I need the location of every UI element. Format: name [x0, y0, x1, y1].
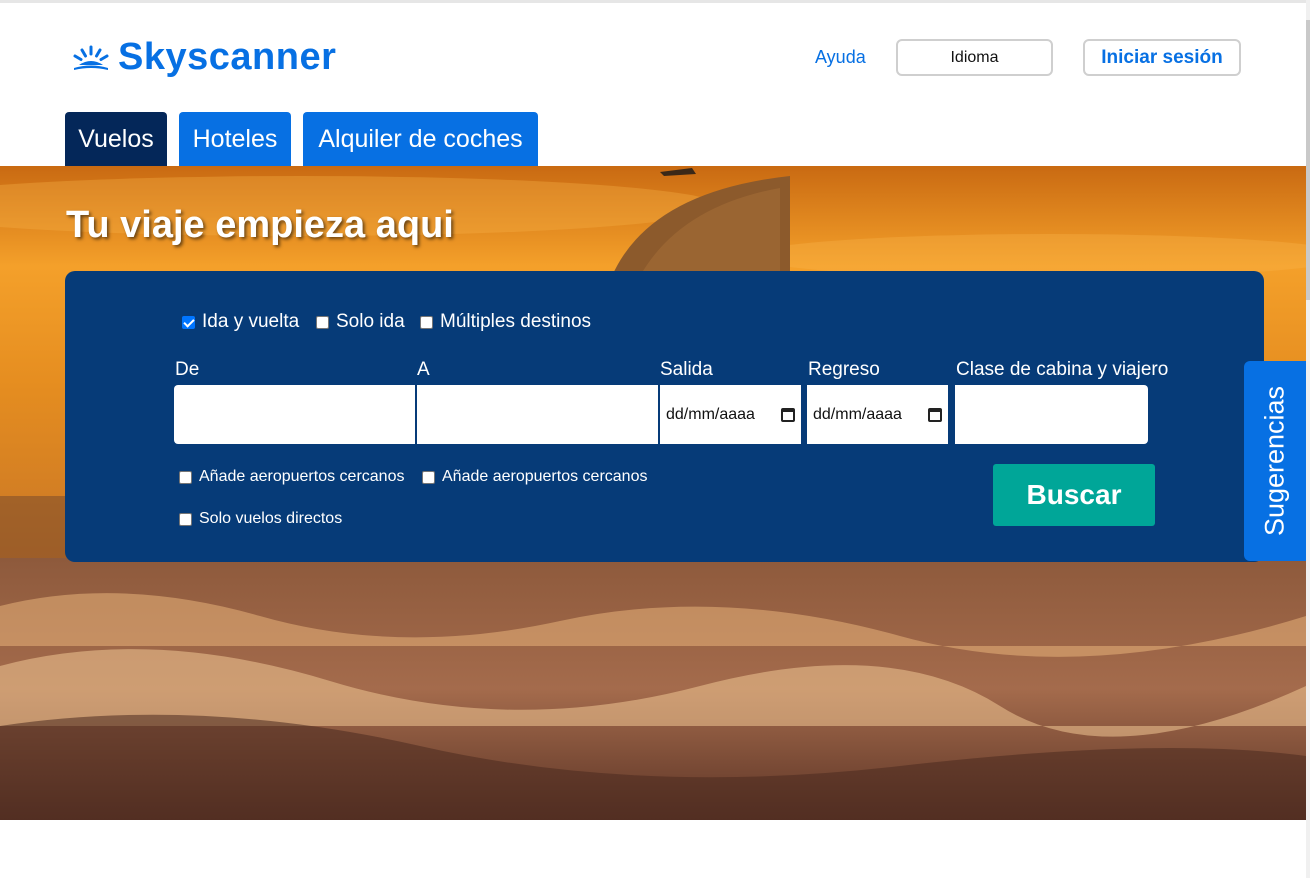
- direct-flights-checkbox[interactable]: [179, 512, 192, 526]
- tab-hotels[interactable]: Hoteles: [179, 112, 291, 166]
- nearby-airports-destination-checkbox[interactable]: [422, 470, 435, 484]
- trip-type-one-way[interactable]: Solo ida: [316, 311, 405, 333]
- language-button[interactable]: Idioma: [896, 39, 1053, 76]
- multi-city-label: Múltiples destinos: [440, 311, 592, 332]
- login-button[interactable]: Iniciar sesión: [1083, 39, 1241, 76]
- hero-headline: Tu viaje empieza aqui: [66, 204, 454, 246]
- cabin-travellers-input[interactable]: [955, 385, 1148, 444]
- trip-type-multi-city[interactable]: Múltiples destinos: [420, 311, 591, 333]
- search-button[interactable]: Buscar: [993, 464, 1155, 526]
- tab-car-rental[interactable]: Alquiler de coches: [303, 112, 538, 166]
- brand-name: Skyscanner: [118, 36, 337, 78]
- departure-label: Salida: [660, 359, 713, 380]
- one-way-label: Solo ida: [336, 311, 405, 332]
- scrollbar-thumb[interactable]: [1306, 20, 1310, 300]
- from-label: De: [175, 359, 200, 380]
- return-label: Regreso: [808, 359, 880, 380]
- nearby-airports-origin-option[interactable]: Añade aeropuertos cercanos: [179, 468, 404, 486]
- nearby-airports-origin-label: Añade aeropuertos cercanos: [199, 468, 405, 485]
- direct-flights-label: Solo vuelos directos: [199, 510, 343, 527]
- feedback-tab-label: Sugerencias: [1259, 385, 1290, 537]
- tab-flights[interactable]: Vuelos: [65, 112, 167, 166]
- help-link[interactable]: Ayuda: [815, 47, 866, 68]
- round-trip-checkbox[interactable]: [182, 315, 195, 329]
- one-way-checkbox[interactable]: [316, 315, 329, 329]
- nearby-airports-destination-label: Añade aeropuertos cercanos: [442, 468, 648, 485]
- scrollbar[interactable]: [1306, 0, 1310, 878]
- to-label: A: [417, 359, 430, 380]
- departure-date-input[interactable]: dd/mm/aaaa: [660, 385, 801, 444]
- multi-city-checkbox[interactable]: [420, 315, 433, 329]
- window-top-border: [0, 0, 1310, 3]
- return-date-input[interactable]: dd/mm/aaaa: [807, 385, 948, 444]
- calendar-icon[interactable]: [781, 407, 795, 422]
- from-input[interactable]: [174, 385, 415, 444]
- return-date-placeholder: dd/mm/aaaa: [813, 405, 902, 423]
- round-trip-label: Ida y vuelta: [202, 311, 300, 332]
- departure-date-placeholder: dd/mm/aaaa: [666, 405, 755, 423]
- trip-type-round-trip[interactable]: Ida y vuelta: [182, 311, 299, 333]
- nearby-airports-origin-checkbox[interactable]: [179, 470, 192, 484]
- calendar-icon[interactable]: [928, 407, 942, 422]
- sunrise-logo-icon: [73, 45, 109, 70]
- direct-flights-option[interactable]: Solo vuelos directos: [179, 510, 342, 528]
- skyscanner-logo[interactable]: Skyscanner: [72, 36, 336, 79]
- feedback-tab[interactable]: Sugerencias: [1244, 361, 1306, 561]
- nearby-airports-destination-option[interactable]: Añade aeropuertos cercanos: [422, 468, 647, 486]
- cabin-label: Clase de cabina y viajero: [956, 359, 1169, 380]
- to-input[interactable]: [417, 385, 658, 444]
